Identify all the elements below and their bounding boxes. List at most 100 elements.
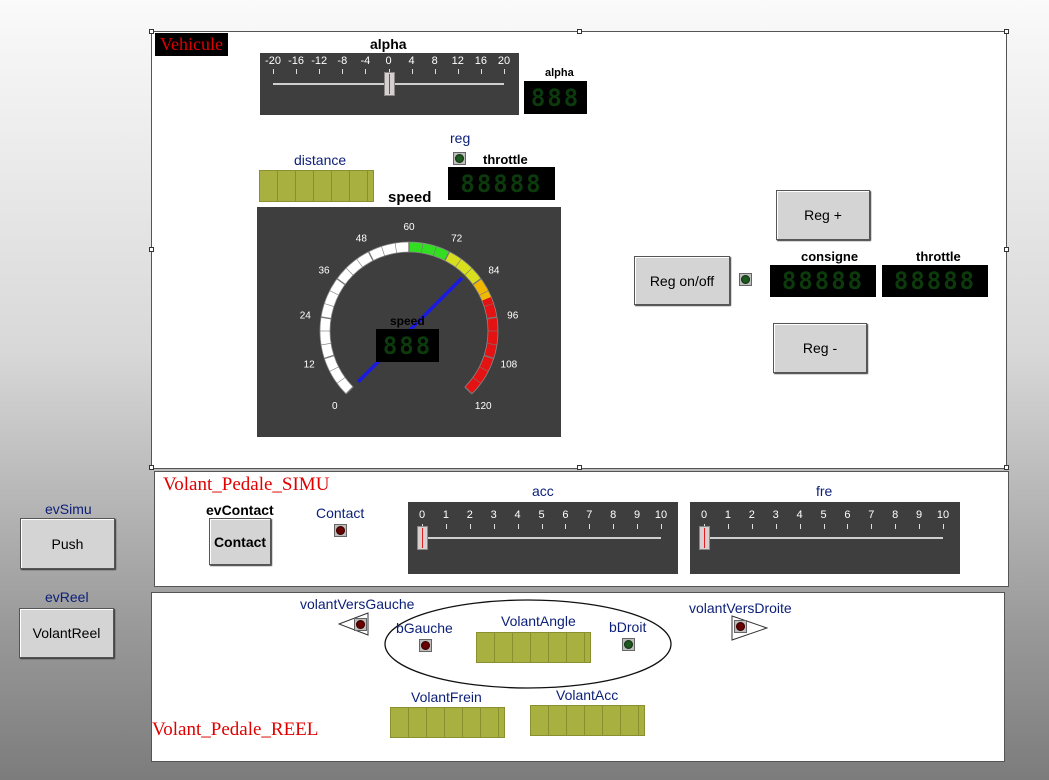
contact-led-label: Contact	[316, 505, 365, 521]
gauge-tick-label: 24	[300, 311, 312, 322]
slider-tick-label: 20	[497, 55, 511, 67]
alpha-slider[interactable]: -20 -16 -12 -8 -4 0 4 8 12 16 20	[260, 53, 519, 115]
slider-tick-mark	[661, 524, 662, 529]
gauge-tick-label: 36	[318, 265, 330, 276]
slider-tick-label: 10	[936, 509, 950, 521]
alpha-slider-label: alpha	[370, 36, 407, 52]
contact-led	[334, 524, 347, 537]
slider-tick-mark	[273, 69, 274, 74]
resize-handle[interactable]	[577, 465, 582, 470]
resize-handle[interactable]	[149, 29, 154, 34]
slider-tick-label: 8	[431, 55, 438, 67]
vehicule-title: Vehicule	[155, 33, 228, 56]
slider-tick-mark	[613, 524, 615, 529]
slider-tick-label: 4	[408, 55, 415, 67]
volant-frein-display	[390, 707, 505, 738]
resize-handle[interactable]	[1004, 29, 1009, 34]
reg-onoff-led	[739, 273, 752, 286]
acc-slider[interactable]: 0 1 2 3 4 5 6 7 8 9 10	[408, 502, 678, 574]
gauge-tick-label: 120	[475, 401, 492, 412]
slider-tick-label: 1	[724, 509, 731, 521]
slider-tick-mark	[799, 524, 801, 529]
push-button[interactable]: Push	[20, 518, 115, 569]
slider-thumb[interactable]	[699, 526, 710, 550]
volant-frein-label: VolantFrein	[411, 689, 482, 705]
slider-tick-mark	[411, 69, 413, 74]
slider-tick-mark	[365, 69, 367, 74]
slider-tick-label: 10	[654, 509, 668, 521]
evsimu-label: evSimu	[45, 501, 92, 517]
slider-tick-label: 5	[538, 509, 545, 521]
slider-tick-mark	[517, 524, 519, 529]
slider-tick-mark	[434, 69, 436, 74]
slider-track[interactable]	[422, 537, 661, 539]
volant-acc-display	[530, 705, 645, 736]
slider-tick-label: 12	[451, 55, 464, 67]
slider-tick-mark	[919, 524, 921, 529]
slider-tick-label: 9	[634, 509, 641, 521]
volant-vers-droite-label: volantVersDroite	[689, 600, 792, 616]
alpha-display-label: alpha	[545, 67, 574, 79]
gauge-tick-label: 108	[501, 359, 518, 370]
slider-tick-label: 5	[820, 509, 827, 521]
slider-tick-mark	[457, 69, 459, 74]
reel-title: Volant_Pedale_REEL	[152, 719, 319, 740]
slider-tick-label: 6	[562, 509, 569, 521]
slider-tick-label: -16	[288, 55, 305, 67]
reg-plus-button[interactable]: Reg +	[776, 190, 870, 240]
slider-tick-mark	[823, 524, 825, 529]
bdroit-led	[622, 638, 635, 651]
slider-tick-label: 9	[916, 509, 923, 521]
volant-angle-display	[476, 632, 591, 663]
bgauche-label: bGauche	[396, 620, 453, 636]
reg-label: reg	[450, 130, 471, 146]
resize-handle[interactable]	[577, 29, 582, 34]
gauge-tick-label: 72	[451, 233, 463, 244]
slider-tick-mark	[541, 524, 543, 529]
volant-acc-label: VolantAcc	[556, 687, 619, 703]
resize-handle[interactable]	[149, 465, 154, 470]
reg-minus-button[interactable]: Reg -	[773, 323, 867, 373]
volantreel-button[interactable]: VolantReel	[19, 608, 114, 658]
slider-tick-label: 1	[442, 509, 449, 521]
slider-track[interactable]	[704, 537, 943, 539]
simu-title: Volant_Pedale_SIMU	[163, 474, 330, 495]
slider-thumb[interactable]	[417, 526, 428, 550]
consigne-display: 88888	[770, 265, 876, 297]
slider-tick-label: 3	[772, 509, 779, 521]
reg-onoff-button[interactable]: Reg on/off	[634, 256, 730, 305]
slider-tick-label: 2	[466, 509, 473, 521]
slider-tick-mark	[589, 524, 591, 529]
contact-button[interactable]: Contact	[209, 518, 271, 565]
resize-handle[interactable]	[149, 247, 154, 252]
slider-tick-mark	[565, 524, 567, 529]
slider-tick-mark	[871, 524, 873, 529]
slider-tick-label: -20	[265, 55, 281, 67]
slider-tick-mark	[445, 524, 447, 529]
throttle2-display: 88888	[882, 265, 988, 297]
gauge-tick-label: 0	[332, 401, 338, 412]
reg-led	[453, 152, 466, 165]
slider-tick-mark	[342, 69, 344, 74]
slider-tick-mark	[751, 524, 753, 529]
bgauche-led	[419, 639, 432, 652]
gauge-band	[464, 296, 498, 394]
gauge-tick-label: 60	[403, 222, 415, 233]
slider-thumb-line	[388, 74, 390, 94]
slider-tick-label: 8	[892, 509, 899, 521]
slider-thumb[interactable]	[383, 72, 395, 96]
distance-display	[259, 170, 374, 202]
slider-tick-label: -4	[360, 55, 371, 67]
resize-handle[interactable]	[1004, 247, 1009, 252]
fre-label: fre	[816, 483, 833, 499]
slider-tick-mark	[480, 69, 482, 74]
slider-tick-mark	[319, 69, 321, 74]
acc-label: acc	[532, 483, 554, 499]
slider-tick-mark	[895, 524, 897, 529]
slider-thumb-line	[704, 528, 705, 548]
resize-handle[interactable]	[1004, 465, 1009, 470]
slider-tick-label: 0	[418, 509, 426, 521]
fre-slider[interactable]: 0 1 2 3 4 5 6 7 8 9 10	[690, 502, 960, 574]
slider-tick-label: 16	[474, 55, 488, 67]
volant-vers-gauche-led	[354, 618, 367, 631]
